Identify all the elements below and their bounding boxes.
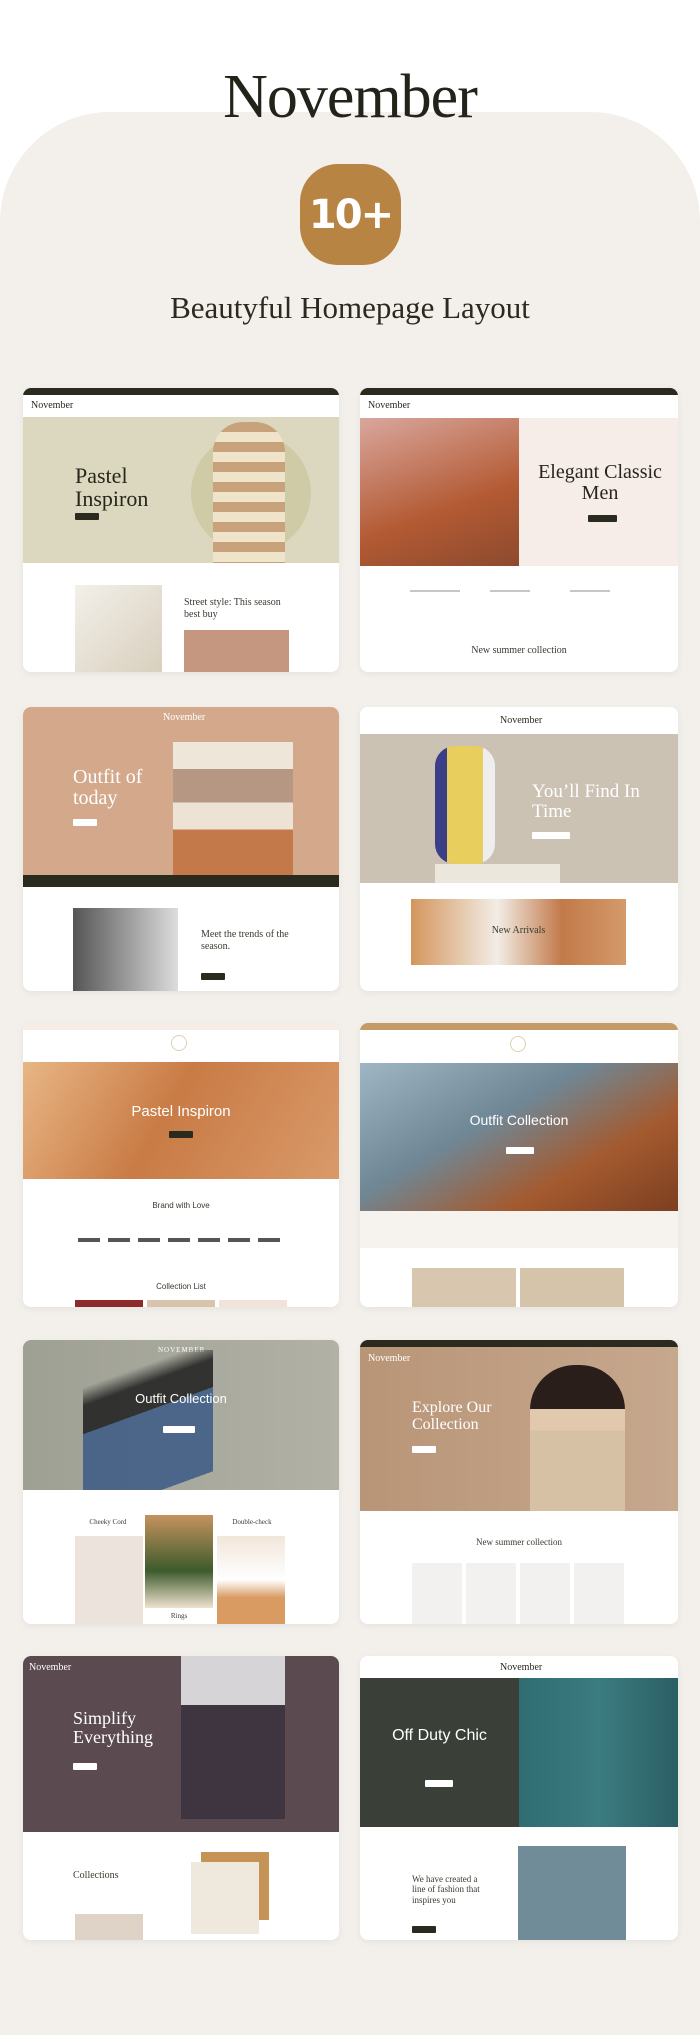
product-image (75, 585, 162, 672)
top-bar (23, 388, 339, 395)
hero-image (360, 418, 519, 566)
layout-preview-4[interactable]: November You’ll Find In Time New Arrival… (360, 707, 678, 991)
logo-icon (171, 1035, 187, 1051)
layout-preview-2[interactable]: November Elegant Classic Men New summer … (360, 388, 678, 672)
hero-image (213, 422, 285, 563)
shop-button[interactable] (163, 1426, 195, 1433)
shop-button[interactable] (425, 1780, 453, 1787)
hero-image (181, 1656, 285, 1819)
shop-button[interactable] (506, 1147, 534, 1154)
item-title: Cheeky Cord (89, 1518, 127, 1526)
logo-icon (510, 1036, 526, 1052)
hero-image (173, 742, 293, 877)
hero-title: Simplify Everything (73, 1708, 153, 1747)
item-title: Rings (170, 1612, 188, 1620)
section-title-2: Collection List (156, 1282, 206, 1291)
top-bar (360, 1023, 678, 1030)
count-badge: 10+ (300, 164, 401, 265)
shop-button[interactable] (588, 515, 617, 522)
layout-preview-6[interactable]: Outfit Collection (360, 1023, 678, 1307)
shop-button[interactable] (169, 1131, 193, 1138)
hero-title: You’ll Find In Time (532, 781, 640, 822)
hero-banner: Off Duty Chic (360, 1678, 678, 1827)
hero-image (83, 1350, 213, 1490)
section-title: We have created a line of fashion that i… (412, 1874, 480, 1905)
logo: November (29, 1662, 72, 1673)
features-band (360, 1211, 678, 1248)
top-bar (360, 1340, 678, 1347)
top-bar (23, 1023, 339, 1030)
top-bar (360, 388, 678, 395)
model-image (73, 908, 178, 991)
section-title: Brand with Love (152, 1201, 210, 1210)
banner-image: New Arrivals (411, 899, 626, 965)
hero-image (435, 746, 495, 864)
site-header: November (360, 1656, 678, 1678)
logo: November (500, 715, 543, 726)
shop-button[interactable] (73, 1763, 97, 1770)
section-title: Street style: This season best buy (184, 597, 281, 620)
shop-button[interactable] (412, 1446, 436, 1453)
logo: November (500, 1662, 543, 1673)
hero-banner: November Simplify Everything (23, 1656, 339, 1832)
model-image (184, 630, 289, 672)
hero-title: Off Duty Chic (392, 1727, 487, 1744)
hero-banner: Outfit Collection (360, 1063, 678, 1211)
hero-banner: November Explore Our Collection (360, 1340, 678, 1511)
hero-banner: You’ll Find In Time (360, 734, 678, 883)
hero-image (530, 1365, 625, 1511)
shop-button[interactable] (532, 832, 570, 839)
hero-banner: NOVEMBER Outfit Collection (23, 1340, 339, 1490)
logo: November (31, 400, 74, 411)
hero-title: Outfit Collection (135, 1391, 227, 1406)
site-header: November (23, 395, 339, 417)
section-title: Collections (73, 1870, 119, 1881)
site-header: November (360, 395, 678, 417)
hero-banner: Elegant Classic Men (360, 418, 678, 566)
logo: November (368, 1353, 411, 1364)
hero-title: Explore Our Collection (412, 1399, 492, 1433)
brand-logos (78, 1238, 283, 1242)
subtitle: Beautyful Homepage Layout (170, 290, 530, 325)
hero-title: Outfit of today (73, 766, 143, 809)
layout-preview-3[interactable]: November Outfit of today Meet the trends… (23, 707, 339, 991)
item-title: Double-check (232, 1518, 272, 1526)
layout-preview-7[interactable]: NOVEMBER Outfit Collection Cheeky Cord D… (23, 1340, 339, 1624)
hero-title: Pastel Inspiron (75, 463, 149, 512)
read-more-button[interactable] (201, 973, 225, 980)
hero-image (519, 1678, 678, 1827)
layout-preview-8[interactable]: November Explore Our Collection New summ… (360, 1340, 678, 1624)
brand-title: November (223, 63, 478, 131)
logo: November (163, 712, 206, 723)
hero-title: Elegant Classic Men (538, 461, 662, 504)
site-header: November (360, 707, 678, 734)
shop-button[interactable] (73, 819, 97, 826)
hero-banner: Pastel Inspiron (23, 417, 339, 563)
model-image (518, 1846, 626, 1940)
hero-banner: Pastel Inspiron (23, 1062, 339, 1179)
layout-preview-1[interactable]: November Pastel Inspiron Street style: T… (23, 388, 339, 672)
hero-title: Pastel Inspiron (131, 1103, 231, 1120)
shop-button[interactable] (75, 513, 99, 520)
hero-title: Outfit Collection (469, 1112, 569, 1128)
layout-preview-9[interactable]: November Simplify Everything Collections (23, 1656, 339, 1940)
banner-title: New Arrivals (491, 925, 546, 936)
section-title: Meet the trends of the season. (201, 929, 289, 952)
section-title: New summer collection (476, 1537, 562, 1547)
read-more-button[interactable] (412, 1926, 436, 1933)
section-title: New summer collection (471, 645, 567, 656)
layout-preview-5[interactable]: Pastel Inspiron Brand with Love Collecti… (23, 1023, 339, 1307)
layout-preview-10[interactable]: November Off Duty Chic We have created a… (360, 1656, 678, 1940)
hero-banner: November Outfit of today (23, 707, 339, 887)
logo: November (368, 400, 411, 411)
